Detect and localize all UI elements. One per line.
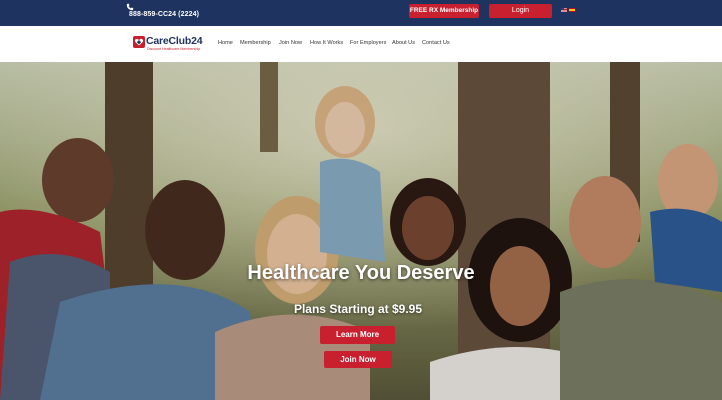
learn-more-button[interactable]: Learn More (320, 326, 395, 344)
nav-item-membership[interactable]: Membership (240, 40, 271, 46)
spain-flag-icon[interactable] (569, 8, 575, 12)
free-rx-membership-button[interactable]: FREE RX Membership (409, 4, 479, 18)
hero-subtitle: Plans Starting at $9.95 (293, 302, 423, 316)
nav-item-how-it-works[interactable]: How It Works (310, 40, 343, 46)
hero-family-photo (0, 62, 722, 400)
us-flag-icon[interactable] (561, 8, 567, 12)
main-navigation: CareClub24 Discount Healthcare Membershi… (0, 26, 722, 62)
join-now-button[interactable]: Join Now (324, 351, 392, 368)
hero-title: Healthcare You Deserve (247, 262, 475, 284)
nav-item-for-employers[interactable]: For Employers (350, 40, 386, 46)
nav-item-home[interactable]: Home (218, 40, 233, 46)
logo-mark-icon (133, 36, 145, 48)
phone-number[interactable]: 888-859-CC24 (2224) (129, 11, 199, 18)
phone-icon (126, 3, 134, 11)
logo-tagline: Discount Healthcare Membership (147, 47, 201, 51)
careclub24-logo[interactable]: CareClub24 Discount Healthcare Membershi… (133, 34, 213, 54)
nav-item-about-us[interactable]: About Us (392, 40, 415, 46)
nav-item-join-now[interactable]: Join Now (279, 40, 302, 46)
logo-name: CareClub24 (146, 35, 203, 47)
hero-banner: Healthcare You Deserve Plans Starting at… (0, 62, 722, 400)
nav-item-contact-us[interactable]: Contact Us (422, 40, 450, 46)
login-button[interactable]: Login (489, 4, 552, 18)
top-bar: 888-859-CC24 (2224) FREE RX Membership L… (0, 0, 722, 26)
